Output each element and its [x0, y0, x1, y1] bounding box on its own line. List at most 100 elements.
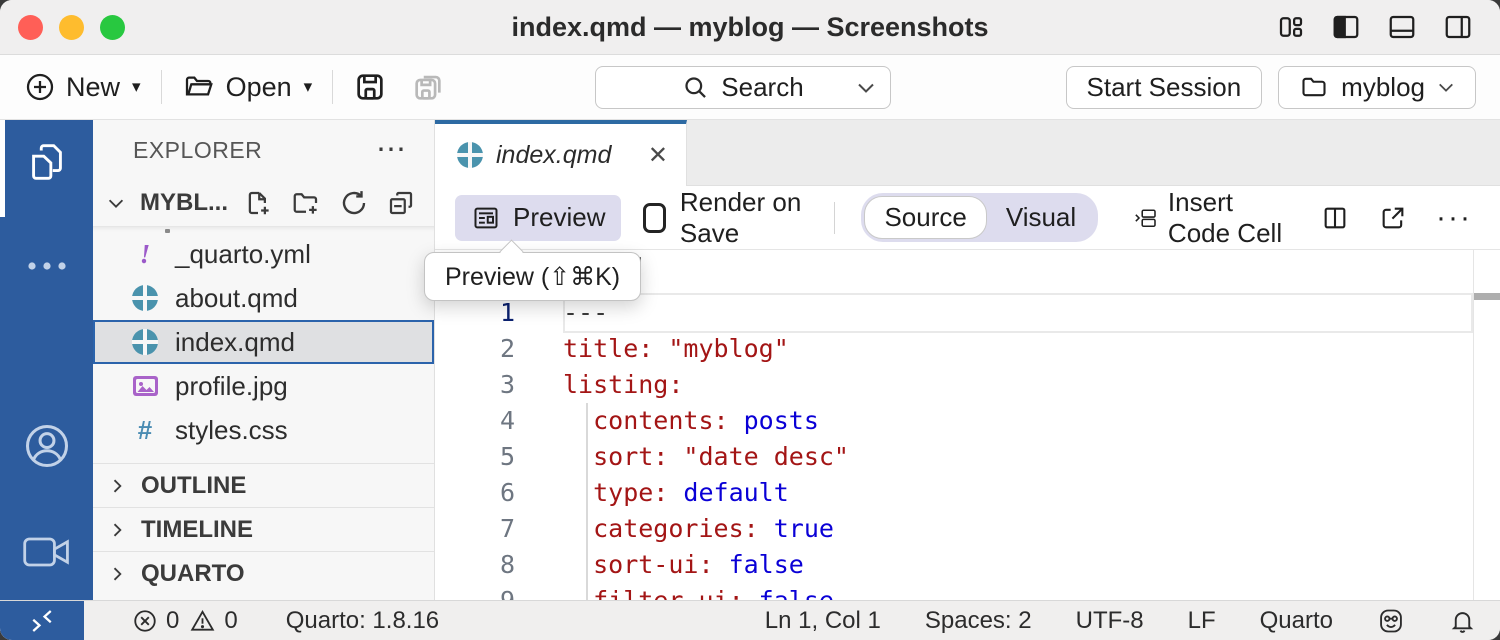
code-text: sort: "date desc" — [563, 439, 849, 475]
open-button-label: Open — [226, 72, 292, 103]
warning-count: 0 — [224, 607, 237, 635]
app-window: index.qmd — myblog — Screenshots — [0, 0, 1500, 640]
code-line[interactable]: 3listing: — [435, 367, 1500, 403]
editor-more-actions-icon[interactable]: ··· — [1436, 213, 1472, 223]
file-row-quarto-yml[interactable]: ! _quarto.yml — [93, 232, 434, 276]
chevron-right-icon — [107, 476, 127, 496]
toggle-bottom-panel-icon[interactable] — [1386, 12, 1418, 42]
insert-code-cell-button[interactable]: Insert Code Cell — [1134, 187, 1298, 249]
line-number: 7 — [435, 511, 563, 547]
zoom-window-button[interactable] — [100, 15, 125, 40]
code-line[interactable]: 6 type: default — [435, 475, 1500, 511]
code-line[interactable]: 5 sort: "date desc" — [435, 439, 1500, 475]
language-mode-status[interactable]: Quarto — [1260, 607, 1333, 635]
refresh-icon[interactable] — [339, 188, 369, 218]
css-icon: # — [131, 415, 159, 446]
yaml-icon: ! — [131, 239, 159, 270]
tab-label: index.qmd — [496, 141, 611, 170]
explorer-view-icon[interactable] — [0, 138, 93, 184]
file-name: index.qmd — [175, 327, 295, 358]
more-views-icon[interactable] — [0, 256, 93, 276]
preview-button[interactable]: Preview — [455, 195, 621, 241]
file-name: styles.css — [175, 415, 288, 446]
editor-group: index.qmd ✕ Preview Render on Save S — [435, 120, 1500, 600]
collapse-folders-icon[interactable] — [386, 188, 416, 218]
search-icon — [682, 74, 709, 101]
file-tree: ! _quarto.yml about.qmd index.qmd profil… — [93, 226, 434, 452]
code-line[interactable]: 8 sort-ui: false — [435, 547, 1500, 583]
tab-index-qmd[interactable]: index.qmd ✕ — [435, 120, 687, 186]
section-label: OUTLINE — [141, 472, 246, 500]
file-row-styles-css[interactable]: # styles.css — [93, 408, 434, 452]
eol-status[interactable]: LF — [1188, 607, 1216, 635]
feedback-smiley-icon[interactable] — [1377, 607, 1405, 635]
window-controls — [18, 15, 125, 40]
search-label: Search — [721, 72, 803, 103]
customize-layout-icon[interactable] — [1276, 12, 1306, 42]
notifications-bell-icon[interactable] — [1449, 607, 1476, 635]
warning-icon — [189, 608, 216, 634]
split-editor-icon[interactable] — [1320, 204, 1350, 232]
explorer-more-actions-icon[interactable]: ⋯ — [376, 145, 408, 155]
preview-tooltip: Preview (⇧⌘K) — [424, 252, 641, 301]
code-text: sort-ui: false — [563, 547, 804, 583]
explorer-sidebar: EXPLORER ⋯ MYBL... — [93, 120, 435, 600]
remote-indicator-icon — [25, 606, 59, 636]
workspace-root-label: MYBL... — [140, 189, 228, 217]
toggle-left-sidebar-icon[interactable] — [1330, 12, 1362, 42]
new-button[interactable]: New ▾ — [24, 71, 141, 103]
new-folder-icon[interactable] — [290, 188, 322, 218]
close-window-button[interactable] — [18, 15, 43, 40]
indentation-status[interactable]: Spaces: 2 — [925, 607, 1032, 635]
scrollbar-cursor-marker — [1474, 293, 1500, 300]
code-line[interactable]: 7 categories: true — [435, 511, 1500, 547]
editor-scrollbar[interactable] — [1473, 250, 1500, 600]
quarto-version-status[interactable]: Quarto: 1.8.16 — [286, 607, 439, 635]
code-text: listing: — [563, 367, 683, 403]
top-toolbar: New ▾ Open ▾ Search — [0, 55, 1500, 120]
insert-code-cell-label: Insert Code Cell — [1168, 187, 1298, 249]
workspace-root-row[interactable]: MYBL... — [93, 180, 434, 226]
code-editor[interactable]: 1---2title: "myblog"3listing:4 contents:… — [435, 250, 1500, 600]
cursor-position-status[interactable]: Ln 1, Col 1 — [765, 607, 881, 635]
open-button[interactable]: Open ▾ — [182, 71, 313, 103]
workspace-switcher-button[interactable]: myblog — [1278, 66, 1476, 109]
open-in-new-window-icon[interactable] — [1378, 204, 1408, 232]
remote-indicator[interactable] — [0, 601, 84, 640]
titlebar: index.qmd — myblog — Screenshots — [0, 0, 1500, 55]
section-label: QUARTO — [141, 560, 245, 588]
render-on-save-checkbox[interactable] — [643, 203, 665, 233]
outline-section-header[interactable]: OUTLINE — [93, 463, 434, 507]
chevron-down-icon — [105, 192, 127, 214]
screen-recorder-icon[interactable] — [0, 532, 93, 572]
file-row-about-qmd[interactable]: about.qmd — [93, 276, 434, 320]
source-mode-button[interactable]: Source — [864, 196, 986, 239]
code-line[interactable]: 9 filter-ui: false — [435, 583, 1500, 600]
tooltip-text: Preview (⇧⌘K) — [445, 262, 620, 292]
open-folder-icon — [182, 71, 216, 103]
minimize-window-button[interactable] — [59, 15, 84, 40]
error-count: 0 — [166, 607, 179, 635]
preview-icon — [471, 204, 501, 232]
image-icon — [131, 374, 159, 398]
file-row-index-qmd[interactable]: index.qmd — [93, 320, 434, 364]
start-session-label: Start Session — [1087, 72, 1242, 103]
save-icon[interactable] — [353, 70, 387, 104]
problems-status[interactable]: 0 0 — [132, 607, 238, 635]
file-row-profile-jpg[interactable]: profile.jpg — [93, 364, 434, 408]
account-icon[interactable] — [0, 420, 93, 472]
toggle-right-sidebar-icon[interactable] — [1442, 12, 1474, 42]
timeline-section-header[interactable]: TIMELINE — [93, 507, 434, 551]
quarto-section-header[interactable]: QUARTO — [93, 551, 434, 595]
code-line[interactable]: 4 contents: posts — [435, 403, 1500, 439]
preview-button-label: Preview — [513, 202, 605, 233]
search-input[interactable]: Search — [595, 66, 891, 109]
new-file-icon[interactable] — [243, 188, 273, 218]
encoding-status[interactable]: UTF-8 — [1076, 607, 1144, 635]
close-tab-icon[interactable]: ✕ — [648, 141, 668, 170]
code-line[interactable]: 2title: "myblog" — [435, 331, 1500, 367]
start-session-button[interactable]: Start Session — [1066, 66, 1263, 109]
visual-mode-button[interactable]: Visual — [987, 197, 1095, 238]
line-number: 6 — [435, 475, 563, 511]
chevron-down-icon — [1437, 81, 1455, 94]
